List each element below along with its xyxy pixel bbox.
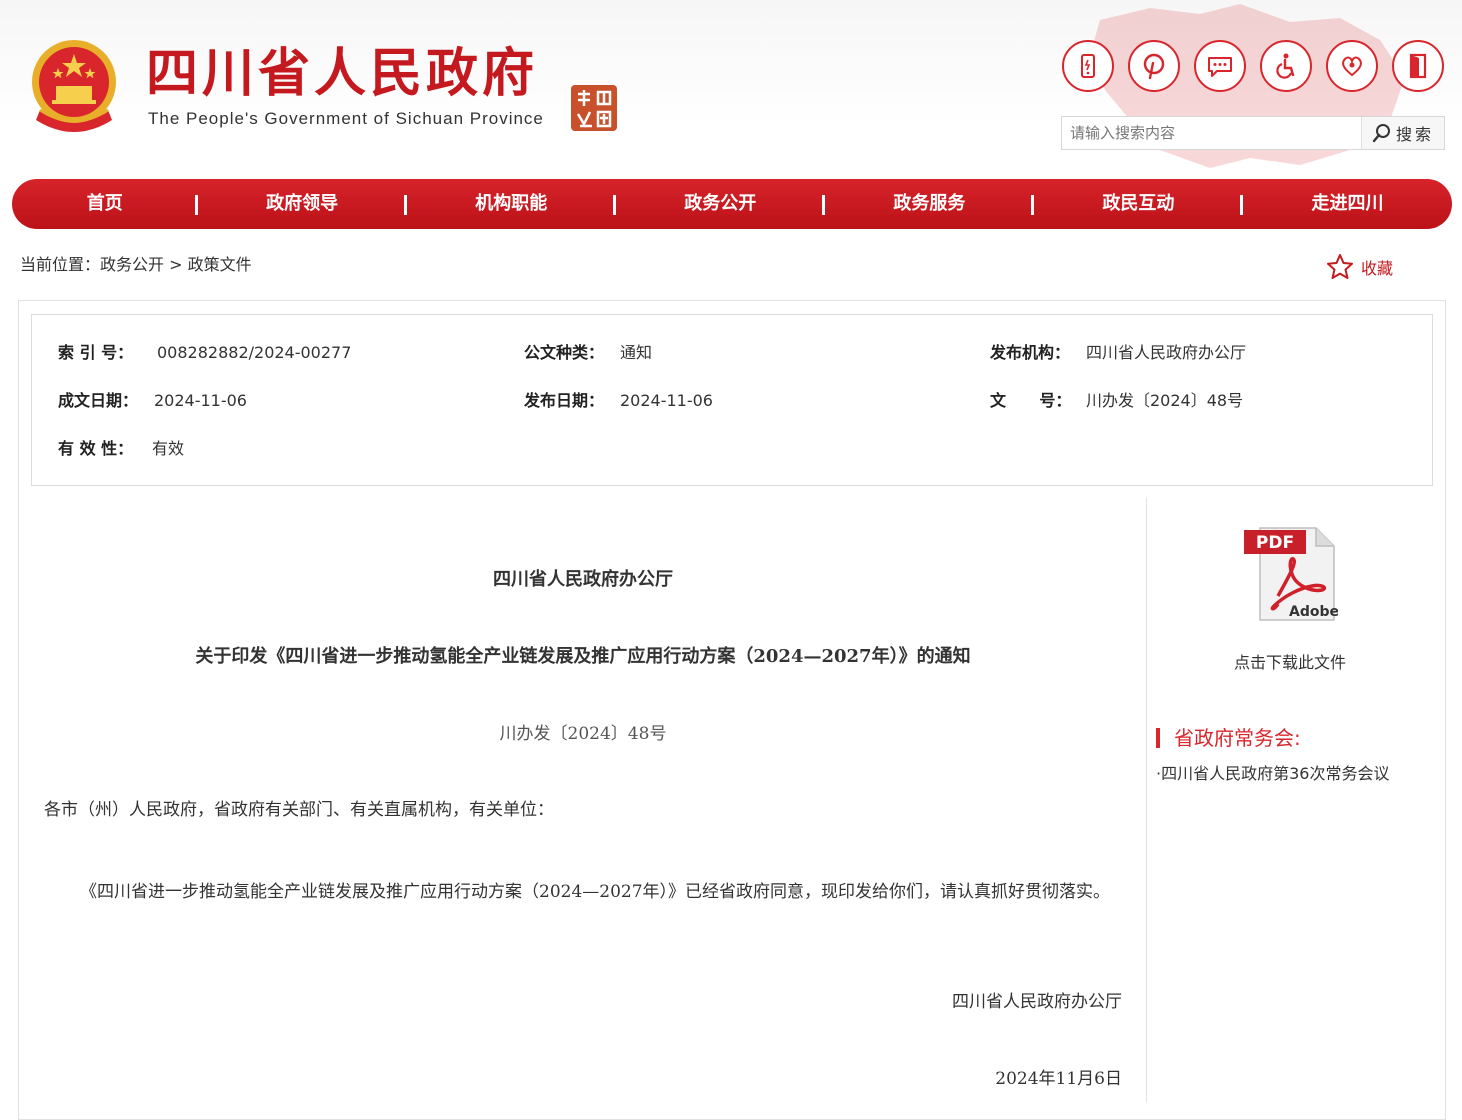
breadcrumb-link-government-affairs[interactable]: 政务公开 xyxy=(100,255,164,274)
accessibility-button[interactable] xyxy=(1260,40,1312,92)
site-subtitle: The People's Government of Sichuan Provi… xyxy=(148,109,544,128)
accessibility-icon xyxy=(1276,53,1295,79)
meta-publisher-label: 发布机构： xyxy=(990,343,1071,362)
sidebar-meeting-link[interactable]: ·四川省人民政府第36次常务会议 xyxy=(1156,762,1389,786)
meta-publish-date-label: 发布日期： xyxy=(524,391,605,410)
nav-home[interactable]: 首页 xyxy=(12,179,198,229)
site-header: 四川省人民政府 The People's Government of Sichu… xyxy=(0,0,1462,178)
meta-doc-type-value: 通知 xyxy=(620,343,653,362)
breadcrumb: 当前位置：政务公开 > 政策文件 xyxy=(20,253,252,277)
care-mode-button[interactable] xyxy=(1326,40,1378,92)
pdf-download-icon[interactable]: PDF Adobe xyxy=(1238,524,1338,624)
document-meta-table: 索 引 号： 008282882/2024-00277 公文种类： 通知 发布机… xyxy=(31,314,1433,486)
document-title: 关于印发《四川省进一步推动氢能全产业链发展及推广应用行动方案（2024—2027… xyxy=(195,646,971,667)
meta-doc-type-label: 公文种类： xyxy=(524,343,605,362)
sidebar-divider xyxy=(1146,497,1147,1103)
nav-public-interaction[interactable]: 政民互动 xyxy=(1034,179,1243,229)
search-input[interactable] xyxy=(1062,117,1378,149)
nav-about-sichuan[interactable]: 走进四川 xyxy=(1243,179,1452,229)
document-body-text: 《四川省进一步推动氢能全产业链发展及推广应用行动方案（2024—2027年）》已… xyxy=(80,882,1111,902)
document-body-paragraph: 《四川省进一步推动氢能全产业链发展及推广应用行动方案（2024—2027年）》已… xyxy=(44,873,1124,912)
document-addressee: 各市（州）人民政府，省政府有关部门、有关直属机构，有关单位： xyxy=(44,800,554,820)
sidebar-section-heading: 省政府常务会: xyxy=(1174,726,1301,750)
breadcrumb-prefix: 当前位置： xyxy=(20,255,101,274)
meta-written-date-value: 2024-11-06 xyxy=(154,391,247,410)
document-signature: 四川省人民政府办公厅 xyxy=(952,992,1122,1012)
meta-index-no-label: 索 引 号： xyxy=(58,343,134,362)
search-button-label: 搜索 xyxy=(1395,125,1434,144)
search-icon xyxy=(1372,124,1390,143)
star-icon xyxy=(1327,254,1353,279)
meta-publish-date-value: 2024-11-06 xyxy=(620,391,713,410)
document-issuer: 四川省人民政府办公厅 xyxy=(493,569,673,590)
message-icon xyxy=(1208,57,1232,77)
download-file-link[interactable]: 点击下载此文件 xyxy=(1150,651,1430,675)
care-mode-icon xyxy=(1342,56,1362,77)
favorite-label: 收藏 xyxy=(1361,259,1394,278)
nav-government-leaders[interactable]: 政府领导 xyxy=(198,179,407,229)
nav-government-services[interactable]: 政务服务 xyxy=(825,179,1034,229)
site-title: 四川省人民政府 xyxy=(146,44,539,104)
main-nav: 首页 政府领导 机构职能 政务公开 政务服务 政民互动 走进四川 xyxy=(12,179,1452,229)
nav-government-affairs-open[interactable]: 政务公开 xyxy=(616,179,825,229)
login-button[interactable] xyxy=(1392,40,1444,92)
breadcrumb-separator: > xyxy=(169,255,183,274)
national-emblem-icon xyxy=(32,40,116,132)
meta-validity-label: 有 效 性： xyxy=(58,439,134,458)
china-seal-logo xyxy=(571,85,617,131)
favorite-button[interactable]: 收藏 xyxy=(1325,252,1393,282)
login-door-icon xyxy=(1409,53,1427,79)
section-heading-marker xyxy=(1156,728,1160,748)
meta-written-date-label: 成文日期： xyxy=(58,391,139,410)
meta-doc-number-label: 文 号： xyxy=(990,391,1072,410)
adobe-brand-text: Adobe xyxy=(1289,604,1338,620)
message-button[interactable] xyxy=(1194,40,1246,92)
search-button[interactable]: 搜索 xyxy=(1361,117,1444,149)
weibo-button[interactable] xyxy=(1128,40,1180,92)
document-number: 川办发〔2024〕48号 xyxy=(499,724,667,744)
pdf-badge-text: PDF xyxy=(1256,533,1294,553)
nav-institutions[interactable]: 机构职能 xyxy=(407,179,616,229)
meta-doc-number-value: 川办发〔2024〕48号 xyxy=(1086,391,1244,410)
header-tool-icons xyxy=(1062,40,1446,96)
breadcrumb-link-policy-documents[interactable]: 政策文件 xyxy=(188,255,252,274)
search-box: 搜索 xyxy=(1061,116,1445,150)
document-date: 2024年11月6日 xyxy=(995,1069,1122,1089)
mobile-icon xyxy=(1081,54,1095,78)
mobile-version-button[interactable] xyxy=(1062,40,1114,92)
meta-validity-value: 有效 xyxy=(152,439,185,458)
weibo-icon xyxy=(1143,53,1165,80)
meta-index-no-value: 008282882/2024-00277 xyxy=(157,343,352,362)
meta-publisher-value: 四川省人民政府办公厅 xyxy=(1086,343,1247,362)
